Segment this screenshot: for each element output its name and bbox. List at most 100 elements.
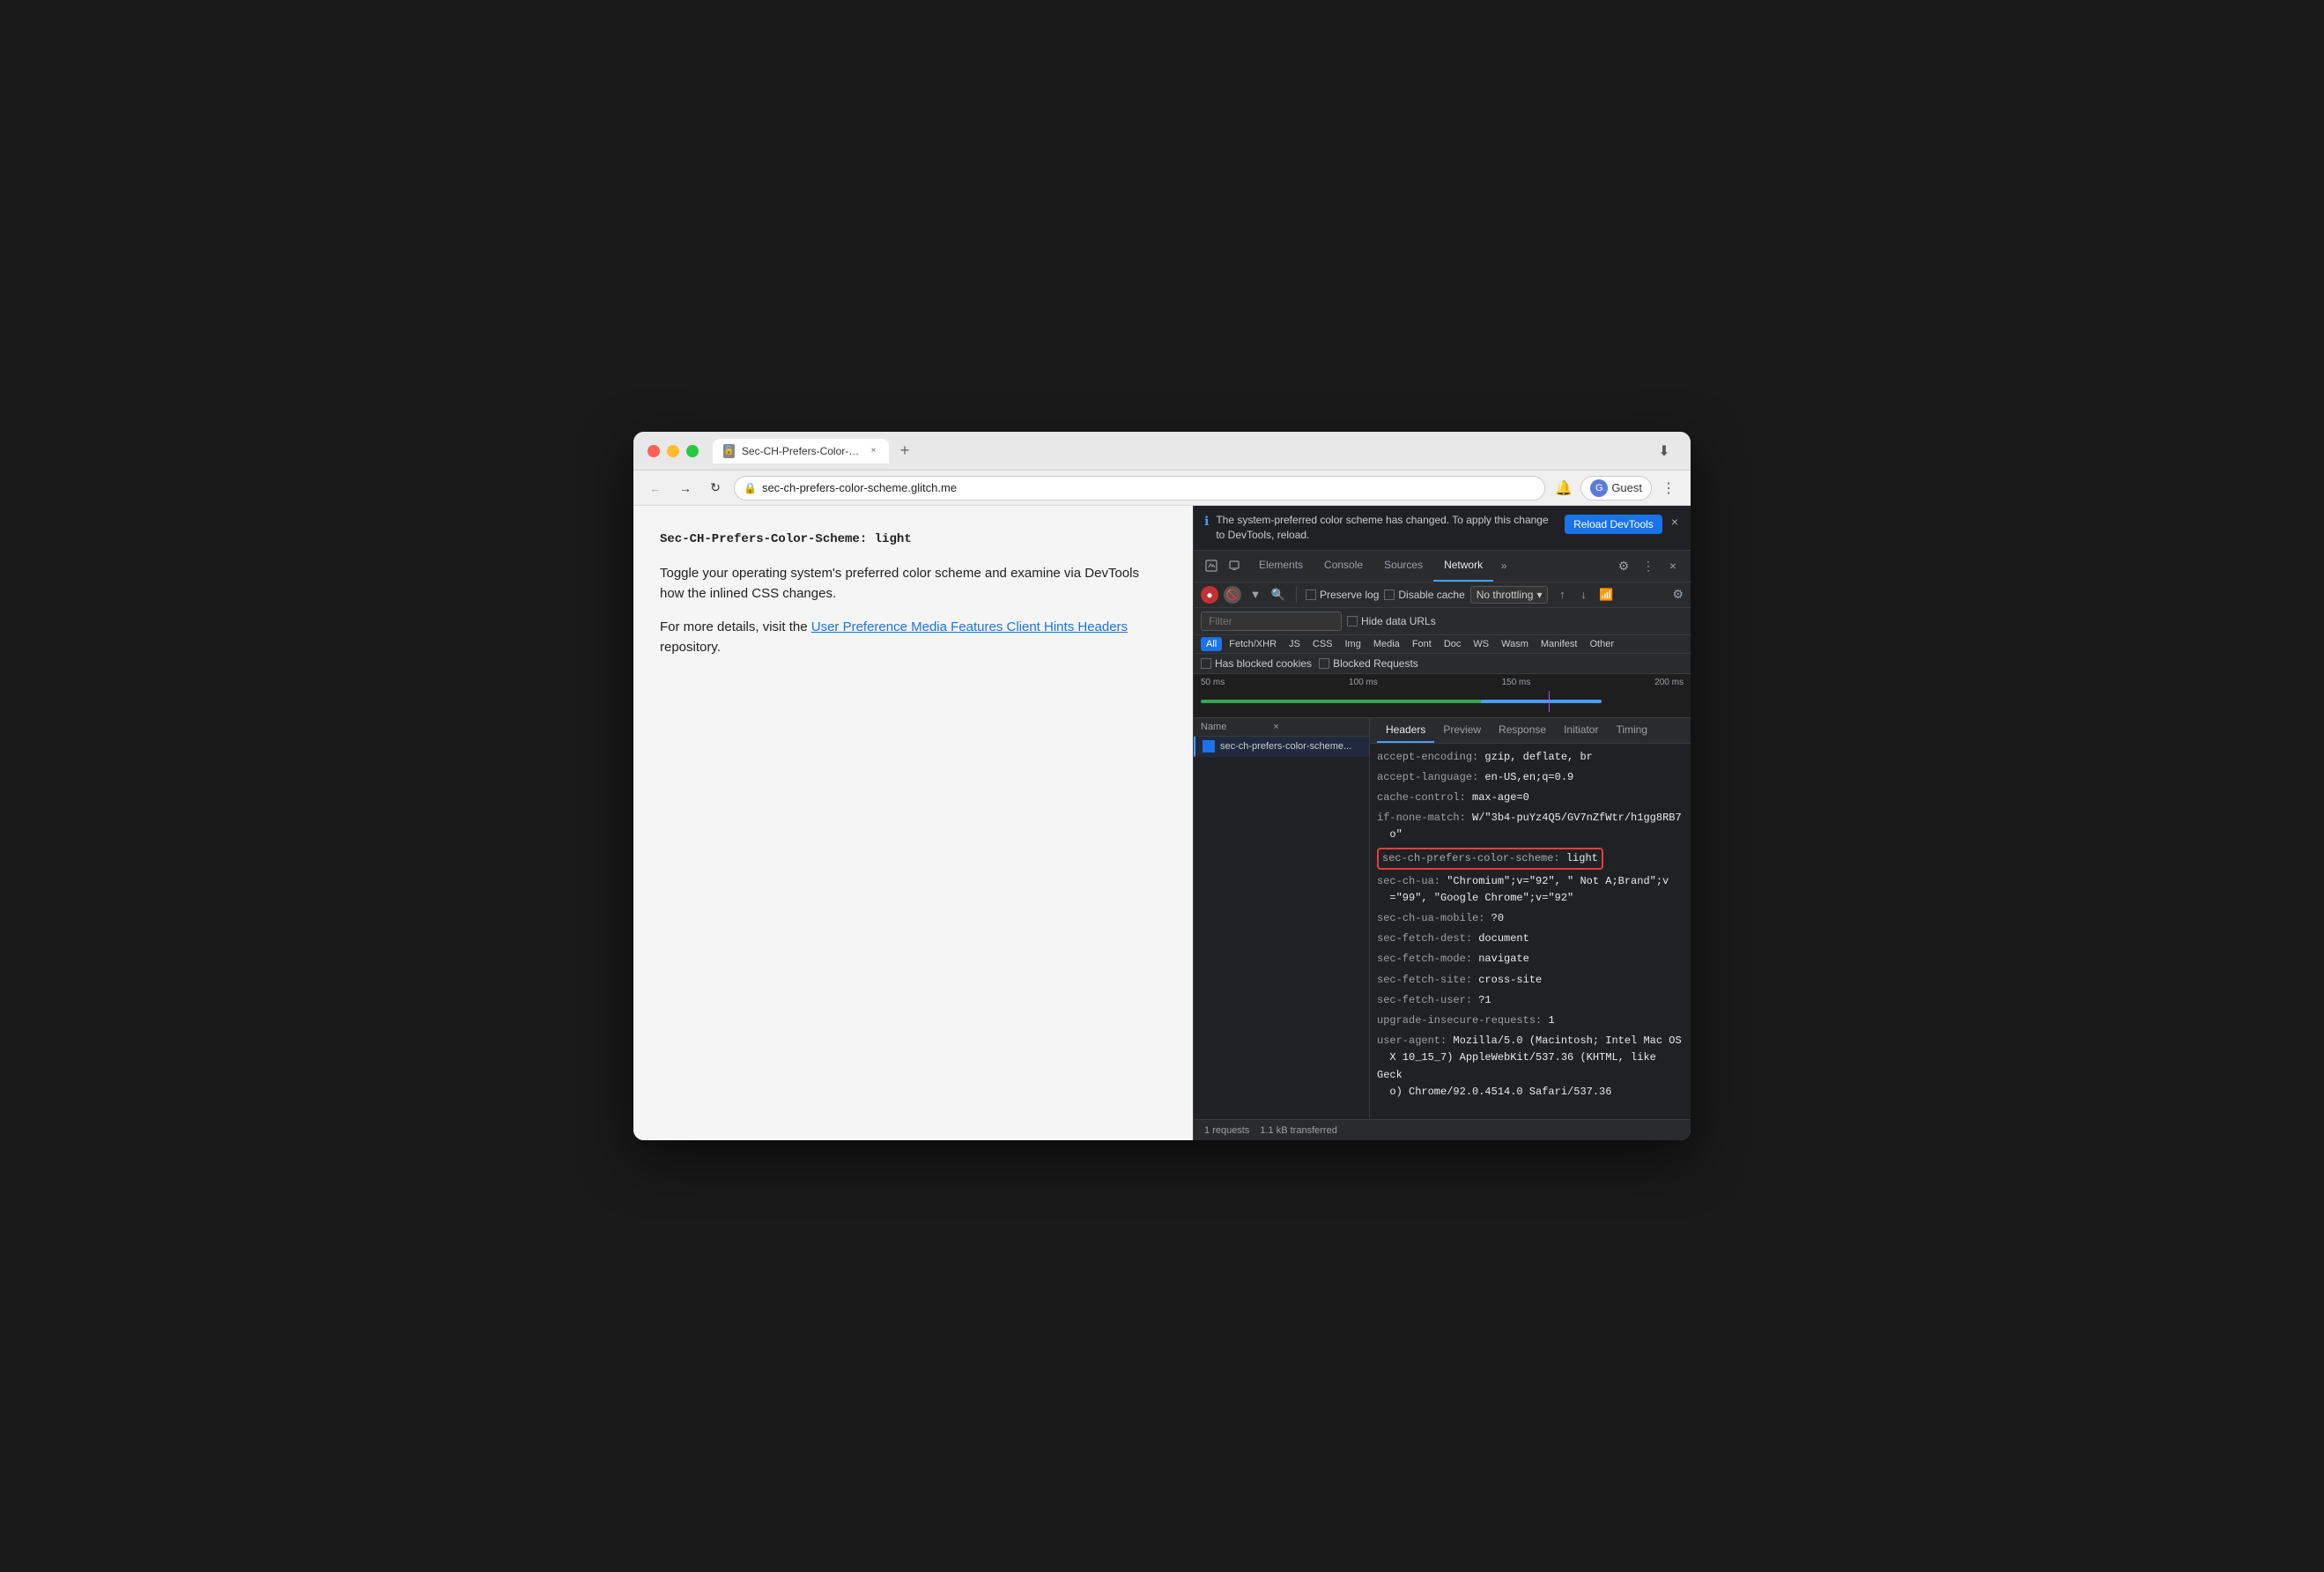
panel-tab-timing[interactable]: Timing bbox=[1607, 718, 1656, 743]
devtools-more-icon[interactable]: ⋮ bbox=[1638, 555, 1659, 576]
nav-bar: ← → ↻ 🔒 sec-ch-prefers-color-scheme.glit… bbox=[633, 471, 1691, 506]
filter-type-doc[interactable]: Doc bbox=[1439, 637, 1467, 651]
minimize-button[interactable] bbox=[667, 445, 679, 457]
banner-close-button[interactable]: × bbox=[1669, 513, 1680, 530]
hide-data-urls-checkbox[interactable] bbox=[1347, 616, 1358, 627]
highlighted-header: sec-ch-prefers-color-scheme: light bbox=[1377, 848, 1603, 870]
filter-type-all[interactable]: All bbox=[1201, 637, 1222, 651]
filter-type-js[interactable]: JS bbox=[1284, 637, 1306, 651]
throttle-label: No throttling bbox=[1477, 589, 1534, 601]
filter-input[interactable] bbox=[1201, 612, 1342, 631]
filter-type-fetch[interactable]: Fetch/XHR bbox=[1224, 637, 1282, 651]
download-icon[interactable]: ↓ bbox=[1574, 586, 1592, 604]
disable-cache-label: Disable cache bbox=[1398, 589, 1464, 601]
network-toolbar: ● 🚫 ▼ 🔍 Preserve log Disable cache No th… bbox=[1194, 582, 1691, 608]
download-icon[interactable]: ⬇ bbox=[1652, 439, 1676, 463]
menu-icon[interactable]: ⋮ bbox=[1657, 477, 1680, 500]
address-bar[interactable]: 🔒 sec-ch-prefers-color-scheme.glitch.me bbox=[734, 476, 1545, 501]
clear-button[interactable]: 🚫 bbox=[1224, 586, 1241, 604]
web-code-text: Sec-CH-Prefers-Color-Scheme: light bbox=[660, 532, 1166, 546]
web-paragraph-2: For more details, visit the User Prefere… bbox=[660, 618, 1166, 657]
web-paragraph-2-pre: For more details, visit the bbox=[660, 619, 811, 634]
bell-icon[interactable]: 🔔 bbox=[1552, 477, 1575, 500]
close-button[interactable] bbox=[648, 445, 660, 457]
panel-tab-headers[interactable]: Headers bbox=[1377, 718, 1434, 743]
more-tabs-button[interactable]: » bbox=[1493, 550, 1514, 582]
timeline-label-3: 150 ms bbox=[1502, 678, 1531, 687]
upload-icon[interactable]: ↑ bbox=[1553, 586, 1571, 604]
preserve-log-checkbox[interactable] bbox=[1306, 590, 1316, 600]
close-panel-icon[interactable]: × bbox=[1273, 722, 1278, 732]
maximize-button[interactable] bbox=[686, 445, 699, 457]
timeline-bar-blue bbox=[1481, 700, 1602, 703]
devtools-settings-icon[interactable]: ⚙ bbox=[1613, 555, 1634, 576]
devtools-inspect-icon[interactable] bbox=[1201, 555, 1222, 576]
tab-bar: 🔒 Sec-CH-Prefers-Color-Schem... × + bbox=[713, 439, 1652, 463]
devtools-close-icon[interactable]: × bbox=[1662, 555, 1684, 576]
reload-button[interactable]: ↻ bbox=[704, 477, 727, 500]
profile-label: Guest bbox=[1611, 481, 1642, 494]
timeline-bar-green bbox=[1201, 700, 1491, 703]
tab-elements[interactable]: Elements bbox=[1248, 550, 1314, 582]
profile-button[interactable]: G Guest bbox=[1580, 476, 1652, 501]
header-sec-ch-ua: sec-ch-ua: "Chromium";v="92", " Not A;Br… bbox=[1377, 871, 1684, 908]
filter-type-font[interactable]: Font bbox=[1407, 637, 1437, 651]
throttle-chevron: ▾ bbox=[1536, 589, 1542, 601]
devtools-tab-bar: Elements Console Sources Network » ⚙ ⋮ × bbox=[1194, 551, 1691, 582]
devtools-toolbar-icons: ⚙ ⋮ × bbox=[1613, 555, 1684, 576]
blocked-requests-label: Blocked Requests bbox=[1333, 657, 1418, 670]
web-paragraph-2-post: repository. bbox=[660, 640, 721, 655]
filter-type-img[interactable]: Img bbox=[1340, 637, 1366, 651]
web-link[interactable]: User Preference Media Features Client Hi… bbox=[811, 619, 1128, 634]
header-sec-fetch-site: sec-fetch-site: cross-site bbox=[1377, 970, 1684, 990]
timeline-label-2: 100 ms bbox=[1349, 678, 1378, 687]
requests-count: 1 requests bbox=[1204, 1125, 1249, 1136]
filter-row2: Has blocked cookies Blocked Requests bbox=[1194, 654, 1691, 674]
timeline: 50 ms 100 ms 150 ms 200 ms bbox=[1194, 674, 1691, 718]
header-sec-fetch-user: sec-fetch-user: ?1 bbox=[1377, 990, 1684, 1011]
devtools-tabs: Elements Console Sources Network » bbox=[1248, 550, 1613, 582]
active-tab[interactable]: 🔒 Sec-CH-Prefers-Color-Schem... × bbox=[713, 439, 889, 463]
tab-close-button[interactable]: × bbox=[869, 445, 878, 457]
blocked-cookies-group: Has blocked cookies bbox=[1201, 657, 1312, 670]
panel-tab-preview[interactable]: Preview bbox=[1434, 718, 1490, 743]
filter-type-other[interactable]: Other bbox=[1584, 637, 1619, 651]
record-button[interactable]: ● bbox=[1201, 586, 1218, 604]
devtools-device-icon[interactable] bbox=[1224, 555, 1245, 576]
network-settings-icon[interactable]: ⚙ bbox=[1672, 587, 1684, 602]
blocked-cookies-label: Has blocked cookies bbox=[1215, 657, 1312, 670]
filter-icon[interactable]: ▼ bbox=[1247, 586, 1264, 604]
blocked-requests-checkbox[interactable] bbox=[1319, 658, 1329, 669]
filter-type-ws[interactable]: WS bbox=[1468, 637, 1494, 651]
header-sec-fetch-mode: sec-fetch-mode: navigate bbox=[1377, 949, 1684, 969]
reload-devtools-button[interactable]: Reload DevTools bbox=[1565, 515, 1662, 534]
filter-type-manifest[interactable]: Manifest bbox=[1536, 637, 1583, 651]
panel-tab-response[interactable]: Response bbox=[1490, 718, 1555, 743]
back-button[interactable]: ← bbox=[644, 477, 667, 500]
header-cache-control: cache-control: max-age=0 bbox=[1377, 788, 1684, 808]
filter-type-media[interactable]: Media bbox=[1368, 637, 1405, 651]
wifi-icon[interactable]: 📶 bbox=[1597, 586, 1615, 604]
request-item[interactable]: sec-ch-prefers-color-scheme... bbox=[1194, 737, 1369, 757]
panel-tab-initiator[interactable]: Initiator bbox=[1555, 718, 1607, 743]
disable-cache-group: Disable cache bbox=[1384, 589, 1464, 601]
blocked-cookies-checkbox[interactable] bbox=[1201, 658, 1211, 669]
headers-panel: Headers Preview Response Initiator Timin… bbox=[1370, 718, 1691, 1119]
tab-network[interactable]: Network bbox=[1433, 550, 1493, 582]
tab-console[interactable]: Console bbox=[1314, 550, 1373, 582]
new-tab-button[interactable]: + bbox=[892, 439, 917, 463]
web-paragraph-1: Toggle your operating system's preferred… bbox=[660, 564, 1166, 604]
filter-type-css[interactable]: CSS bbox=[1307, 637, 1338, 651]
timeline-bar-container bbox=[1201, 691, 1684, 712]
throttle-dropdown[interactable]: No throttling ▾ bbox=[1470, 586, 1549, 604]
search-icon[interactable]: 🔍 bbox=[1269, 586, 1287, 604]
request-item-icon bbox=[1203, 740, 1215, 753]
profile-icon: G bbox=[1590, 479, 1608, 497]
disable-cache-checkbox[interactable] bbox=[1384, 590, 1395, 600]
timeline-label-4: 200 ms bbox=[1654, 678, 1684, 687]
filter-type-wasm[interactable]: Wasm bbox=[1496, 637, 1534, 651]
tab-sources[interactable]: Sources bbox=[1373, 550, 1433, 582]
header-sec-ch-prefers: sec-ch-prefers-color-scheme: light bbox=[1377, 846, 1684, 871]
forward-button[interactable]: → bbox=[674, 477, 697, 500]
hide-data-urls-group: Hide data URLs bbox=[1347, 615, 1436, 627]
